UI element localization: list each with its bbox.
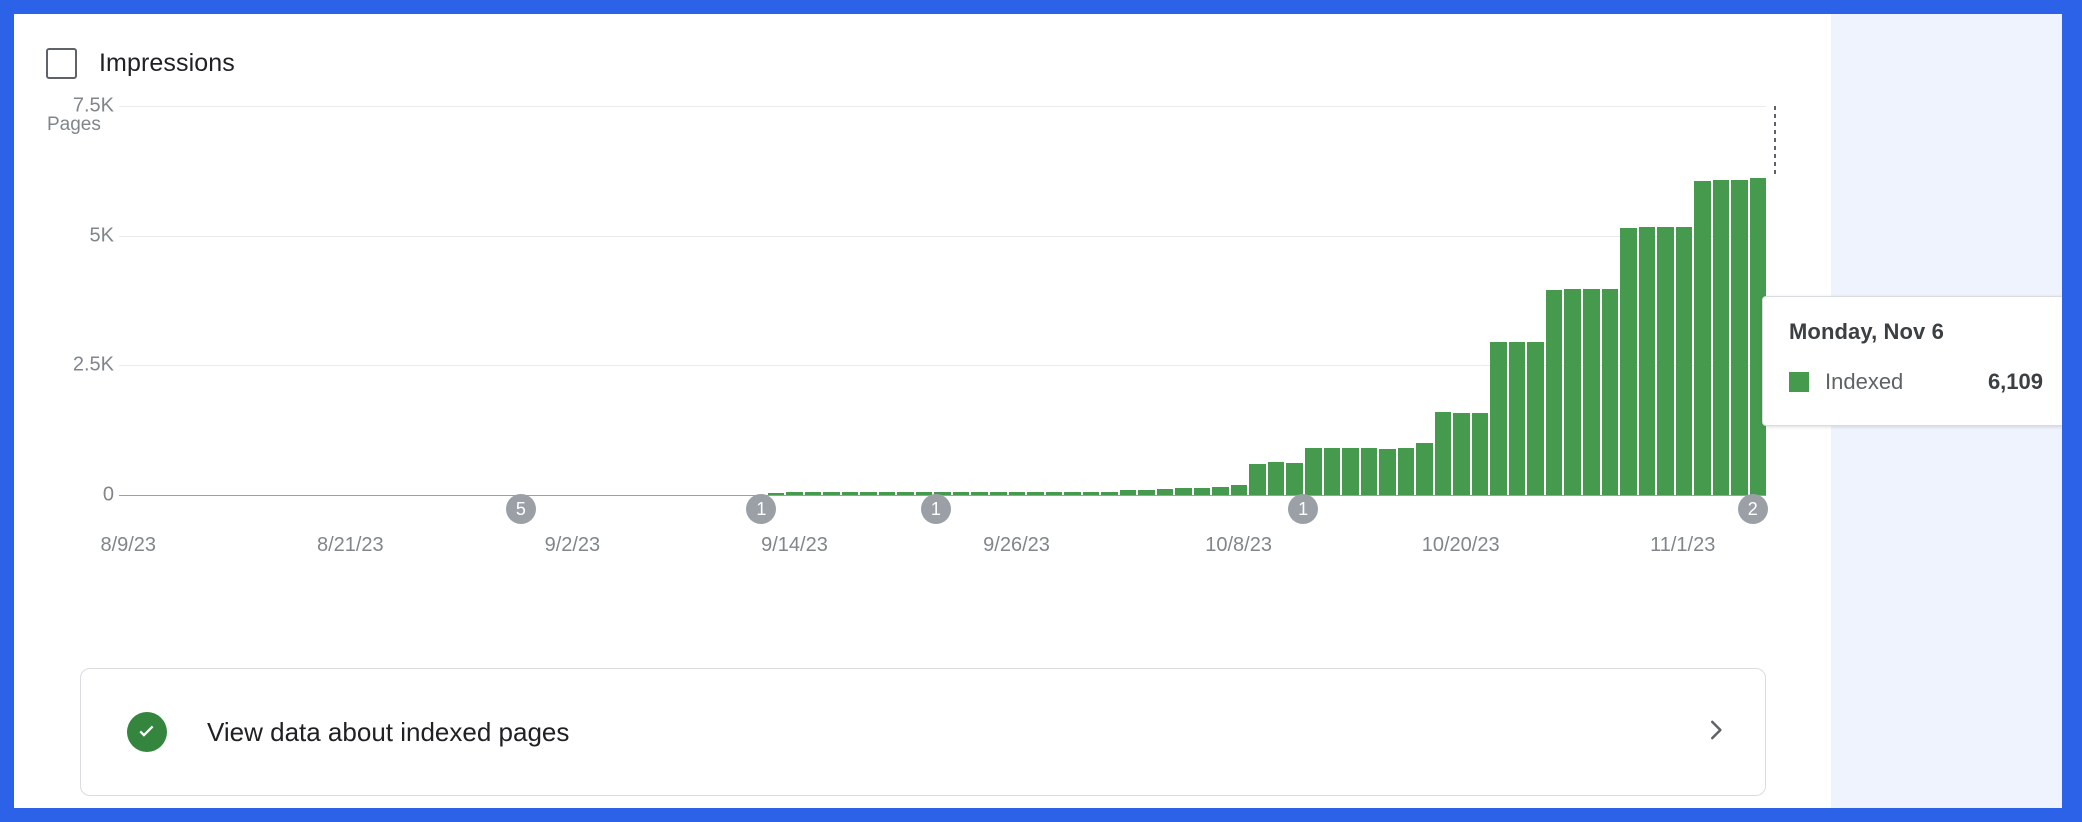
bar[interactable] [1305,448,1322,495]
tooltip-date: Monday, Nov 6 [1789,319,1944,344]
chart-tooltip: Monday, Nov 6 Indexed 6,109 [1762,296,2062,426]
bar[interactable] [1416,443,1433,495]
bar[interactable] [1527,342,1544,495]
bar[interactable] [1434,412,1452,495]
x-axis-tick-label: 10/20/23 [1421,534,1500,556]
bar[interactable] [1397,448,1415,495]
y-axis-tick: 0 [102,483,114,506]
x-axis-tick-label: 8/9/23 [100,534,157,556]
tooltip-series-value: 6,109 [1987,369,2043,394]
y-axis-ticks: 0 2.5K 5K 7.5K [14,95,114,526]
impressions-checkbox[interactable] [46,48,77,79]
chevron-right-icon[interactable] [1701,715,1731,750]
bar[interactable] [1712,180,1730,495]
browser-viewport: Impressions Pages 0 2.5K 5K 7.5K 51112 8/9/… [0,0,2082,822]
check-circle-icon [127,712,167,752]
bar[interactable] [1731,180,1748,495]
legend-row: Impressions [46,48,235,79]
y-axis-tick: 7.5K [72,94,114,117]
bar[interactable] [1675,227,1693,495]
x-axis-tick-label: 9/26/23 [983,534,1050,556]
hover-indicator-line [1774,106,1777,179]
bar[interactable] [1249,463,1266,495]
page-background: Impressions Pages 0 2.5K 5K 7.5K 51112 8/9/… [14,14,2062,808]
bar[interactable] [1694,181,1711,495]
bar[interactable] [1508,342,1526,495]
tooltip-series-name: Indexed [1825,369,1904,394]
x-axis-tick-label: 11/1/23 [1650,534,1716,556]
x-axis-tick-label: 9/2/23 [544,534,601,556]
x-axis-tick-label: 9/14/23 [761,534,828,556]
bar-series-indexed [119,106,1767,495]
bar[interactable] [1379,449,1396,495]
bar[interactable] [1657,227,1674,495]
annotation-badge[interactable]: 1 [920,494,951,524]
bar[interactable] [1638,227,1656,495]
x-axis-labels: 8/9/23 8/21/23 9/2/23 9/14/23 9/26/23 10/8/23… [100,534,1766,562]
bar[interactable] [1564,288,1581,495]
tooltip-color-swatch [1789,372,1809,392]
x-axis-tick-label: 10/8/23 [1205,534,1272,556]
bar[interactable] [1545,290,1563,495]
indexed-pages-chart: Pages 0 2.5K 5K 7.5K 51112 8/9/23 8/21/23 9/2… [14,95,1831,556]
y-axis-tick: 2.5K [72,353,114,376]
bar[interactable] [1471,413,1489,495]
annotation-badge[interactable]: 1 [746,494,777,524]
bar[interactable] [1453,413,1470,495]
bar[interactable] [1490,342,1507,495]
indexing-report-card: Impressions Pages 0 2.5K 5K 7.5K 51112 8/9/… [14,14,1831,808]
view-indexed-pages-label: View data about indexed pages [207,716,570,747]
tooltip-series-row: Indexed 6,109 [1789,369,2043,395]
chart-plot-area [119,106,1777,495]
bar[interactable] [1582,288,1600,495]
bar[interactable] [1620,227,1637,495]
bar[interactable] [1286,462,1303,495]
x-axis-tick-label: 8/21/23 [316,534,384,556]
annotation-badges: 5 1 1 1 2 [119,494,1768,528]
bar[interactable] [1601,288,1619,495]
annotation-badge[interactable]: 1 [1288,494,1319,524]
bar[interactable] [1267,461,1285,495]
annotation-badge[interactable]: 5 [505,494,536,524]
annotation-badge[interactable]: 2 [1737,494,1768,524]
view-indexed-pages-card[interactable]: View data about indexed pages [80,668,1766,796]
bar[interactable] [1342,448,1359,495]
bar[interactable] [1360,448,1378,495]
y-axis-tick: 5K [89,224,114,247]
bar[interactable] [1323,448,1341,495]
impressions-label: Impressions [99,49,235,77]
